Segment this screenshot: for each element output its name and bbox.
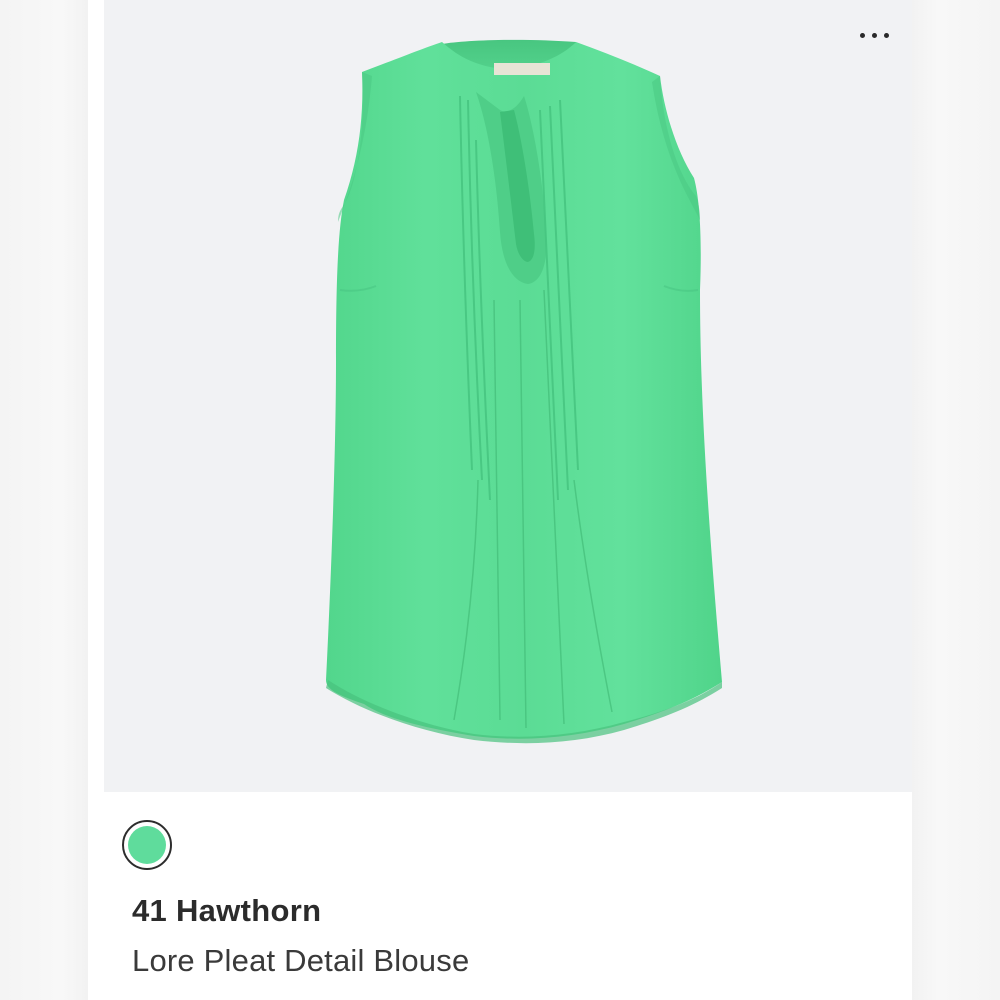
product-brand: 41 Hawthorn <box>132 893 322 928</box>
right-margin <box>912 0 1000 1000</box>
color-swatch-icon <box>128 826 166 864</box>
sleeveless-blouse-image <box>326 39 722 744</box>
product-image-area[interactable] <box>104 0 912 792</box>
more-horizontal-icon-dot <box>871 32 877 38</box>
product-page: 41 Hawthorn Lore Pleat Detail Blouse <box>0 0 1000 1000</box>
more-horizontal-icon <box>859 32 865 38</box>
more-options-button[interactable] <box>846 18 902 52</box>
product-card: 41 Hawthorn Lore Pleat Detail Blouse <box>88 0 912 1000</box>
color-swatch[interactable] <box>122 820 172 870</box>
left-margin <box>0 0 88 1000</box>
more-horizontal-icon-dot <box>883 32 889 38</box>
product-name[interactable]: Lore Pleat Detail Blouse <box>132 943 469 979</box>
